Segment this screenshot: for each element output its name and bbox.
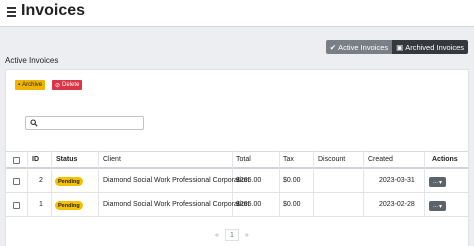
column-header-tax[interactable]: Tax (283, 156, 294, 163)
archived-invoices-label: Archived Invoices (405, 42, 464, 52)
row-actions-dropdown[interactable]: ... ▾ (429, 177, 446, 187)
created-date: 2023-02-28 (379, 201, 415, 208)
column-header-total[interactable]: Total (236, 156, 251, 163)
created-date: 2023-03-31 (379, 177, 415, 184)
active-invoices-button[interactable]: ✔ Active Invoices (325, 40, 393, 54)
archived-invoices-button[interactable]: ▣ Archived Invoices (392, 40, 468, 54)
page-title: Invoices (21, 2, 86, 19)
row-actions-label: ... (432, 203, 438, 209)
column-header-client[interactable]: Client (103, 156, 121, 163)
table-row[interactable]: 1 Pending Diamond Social Work Profession… (6, 194, 468, 217)
section-title: Active Invoices (5, 56, 59, 65)
invoice-total: $265.00 (236, 177, 262, 184)
ban-icon: ⊘ (55, 82, 61, 89)
invoice-tax: $0.00 (283, 201, 301, 208)
menu-icon[interactable] (7, 7, 16, 17)
archive-box-icon: ▣ (396, 42, 404, 52)
table-header: ID Status Client Total Tax Discount Crea… (6, 151, 468, 169)
archive-icon: ▪ (18, 82, 21, 88)
invoice-id: 1 (39, 201, 43, 208)
select-all-checkbox[interactable] (13, 157, 20, 164)
table-row[interactable]: 2 Pending Diamond Social Work Profession… (6, 170, 468, 193)
archive-button[interactable]: ▪ Archive (15, 80, 46, 90)
row-checkbox[interactable] (13, 178, 20, 185)
status-badge: Pending (55, 201, 83, 210)
active-invoices-label: Active Invoices (338, 42, 389, 52)
caret-down-icon: ▾ (439, 203, 443, 210)
view-toggle: ✔ Active Invoices ▣ Archived Invoices (325, 40, 468, 54)
column-header-actions: Actions (432, 156, 458, 163)
next-page-button[interactable]: » (245, 232, 249, 239)
column-header-status[interactable]: Status (56, 156, 77, 163)
row-checkbox[interactable] (13, 202, 20, 209)
column-header-created[interactable]: Created (368, 156, 393, 163)
page-1-button[interactable]: 1 (224, 229, 239, 241)
column-header-id[interactable]: ID (32, 156, 39, 163)
pagination: « 1 » (215, 229, 249, 241)
top-bar: Invoices (0, 0, 474, 27)
client-name: Diamond Social Work Professional Corpora… (103, 177, 250, 184)
invoices-card: ▪ Archive ⊘ Delete ID Status Client Tota… (5, 69, 469, 246)
invoice-id: 2 (39, 177, 43, 184)
caret-down-icon: ▾ (439, 179, 443, 186)
status-badge: Pending (55, 177, 83, 186)
client-name: Diamond Social Work Professional Corpora… (103, 201, 250, 208)
invoice-total: $265.00 (236, 201, 262, 208)
delete-button[interactable]: ⊘ Delete (52, 80, 83, 90)
search-input[interactable] (25, 116, 144, 130)
row-actions-label: ... (432, 179, 438, 185)
search-icon (30, 119, 38, 127)
invoice-tax: $0.00 (283, 177, 301, 184)
delete-label: Delete (62, 82, 80, 88)
archive-label: Archive (22, 82, 43, 88)
column-header-discount[interactable]: Discount (318, 156, 345, 163)
check-icon: ✔ (329, 42, 337, 52)
row-actions-dropdown[interactable]: ... ▾ (429, 201, 446, 211)
previous-page-button[interactable]: « (215, 232, 219, 239)
